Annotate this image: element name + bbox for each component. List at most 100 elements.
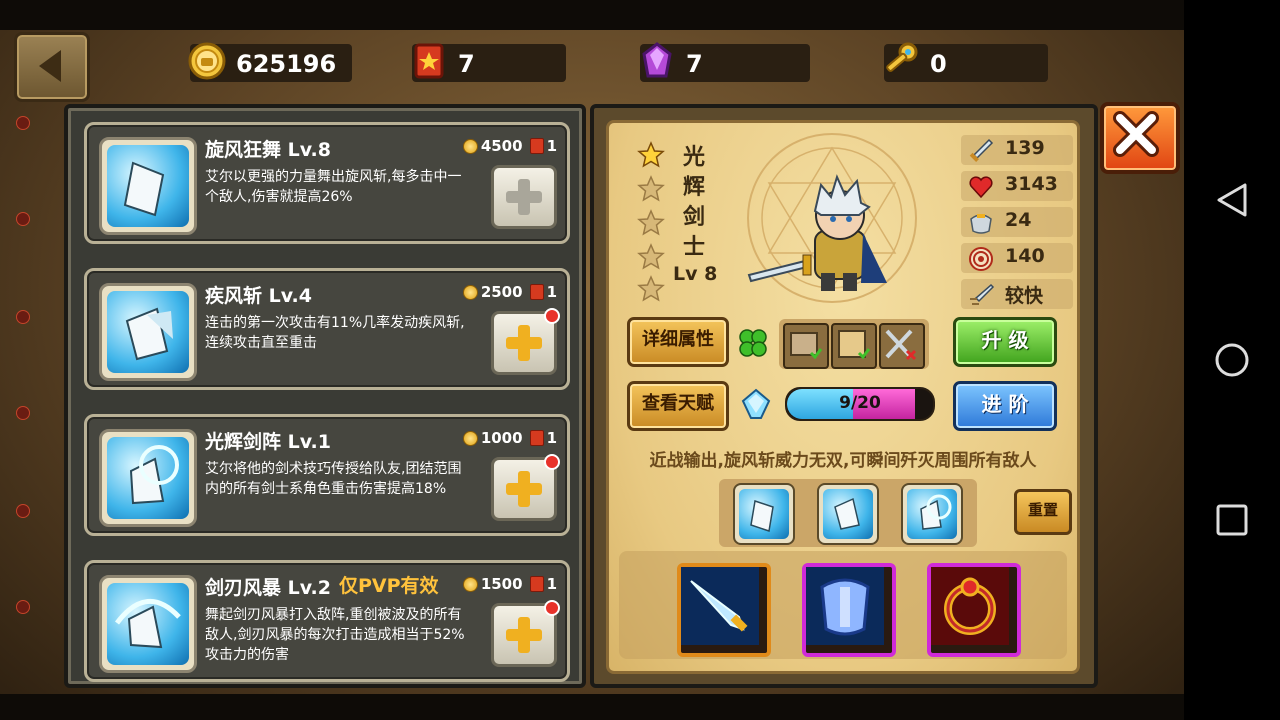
nav-recents-button[interactable] [1202,490,1262,550]
system-navigation-bar [1184,0,1280,720]
equipment-slots [779,319,929,369]
whirlwind-skill-icon [750,500,774,532]
triangle-back-icon [1217,183,1247,217]
upgrade-skill-button[interactable] [491,454,560,521]
alert-dot [544,308,560,324]
target-icon [969,247,993,271]
circle-home-icon [1215,343,1249,377]
nav-back-button[interactable] [1202,170,1262,230]
skill-name: 旋风狂舞 Lv.8 [205,139,331,161]
attack-value: 139 [1005,137,1045,159]
cost-gold-value: 1500 [480,575,523,593]
star-empty-icon [637,175,665,202]
menu-alert-dot [16,116,30,130]
skill-cost: 1000 1 [462,429,557,447]
progress-text: 9/20 [839,393,881,413]
cost-gold-value: 4500 [480,137,523,155]
cost-gold-value: 2500 [480,283,523,301]
menu-alert-dot [16,600,30,614]
cost-book-value: 1 [546,283,557,301]
skill-list-panel[interactable]: 旋风狂舞 Lv.8 4500 1 艾尔以更强的力量舞出旋风斩,每多击中一个敌人,… [64,104,586,688]
upgrade-button[interactable]: 升 级 [953,317,1057,367]
ring-icon [931,567,1009,645]
equipped-skill-slot[interactable] [733,483,795,545]
close-icon [1113,111,1159,157]
gold-coin-icon [462,138,478,154]
menu-alert-dot [16,212,30,226]
skill-card: 疾风斩 Lv.4 2500 1 连击的第一次攻击有11%几率发动疾风斩,连续攻击… [84,268,570,390]
gear-slot-ring[interactable] [927,563,1021,657]
red-book-icon [529,138,544,154]
armor-icon [970,214,992,234]
skill-description: 连击的第一次攻击有11%几率发动疾风斩,连续攻击直至重击 [205,315,465,351]
alert-dot [544,600,560,616]
key-counter: 0 [884,42,1048,82]
game-screen: 625196 7 7 0 旋风狂舞 Lv.8 4500 1 艾尔以更强的力量舞出… [0,0,1184,720]
menu-alert-dot [16,504,30,518]
equip-slot-weapon[interactable] [879,323,925,369]
equipped-skill-slot[interactable] [817,483,879,545]
back-button[interactable] [14,32,90,102]
upgrade-skill-button[interactable] [491,165,557,229]
reset-skills-button[interactable]: 重置 [1014,489,1072,535]
gold-key-icon [886,42,918,72]
star-empty-icon [637,243,665,270]
cost-gold-value: 1000 [480,429,523,447]
skill-card: 剑刃风暴 Lv.2 仅PVP有效 1500 1 舞起剑刃风暴打入敌阵,重创被波及… [84,560,570,682]
hero-tagline: 近战输出,旋风斩威力无双,可瞬间歼灭周围所有敌人 [649,451,1037,471]
sword-icon [969,138,994,162]
book-icon [790,332,823,360]
radiant-blade-skill-icon [920,494,952,530]
star-filled-icon [637,141,665,168]
nav-home-button[interactable] [1202,330,1262,390]
menu-alert-dot [16,310,30,324]
skill-name: 疾风斩 Lv.4 [205,285,312,307]
gold-value: 625196 [236,50,337,78]
skill-icon-whirlwind [99,137,197,235]
skill-description: 艾尔以更强的力量舞出旋风斩,每多击中一个敌人,伤害就提高26% [205,169,462,205]
gear-slot-armor[interactable] [802,563,896,657]
gold-coin-icon [188,42,226,80]
cost-book-value: 1 [546,575,557,593]
star-empty-icon [637,275,665,302]
hero-name-char: 辉 [683,175,706,200]
skill-icon-blade-storm [99,575,197,673]
equip-slot-map[interactable] [831,323,877,369]
blade-icon [681,567,759,645]
red-book-icon [529,576,544,592]
view-talent-button[interactable]: 查看天赋 [627,381,729,431]
heart-icon [969,176,993,199]
details-button[interactable]: 详细属性 [627,317,729,367]
skill-description: 艾尔将他的剑术技巧传授给队友,团结范围内的所有剑士系角色重击伤害提高18% [205,461,462,497]
red-book-icon [529,284,544,300]
hero-name-char: 光 [683,145,706,170]
hero-level: Lv 8 [673,263,718,285]
hero-detail-panel: 光 辉 剑 士 Lv 8 139 3143 24 140 较快 详细属性 升 级… [590,104,1098,688]
red-book-icon [414,43,444,79]
crossed-swords-icon [885,329,917,361]
gear-slot-weapon[interactable] [677,563,771,657]
gold-coin-icon [462,576,478,592]
skill-name: 剑刃风暴 Lv.2 [205,577,331,599]
skill-book-counter: 7 [412,43,566,82]
upgrade-skill-button[interactable] [491,308,560,375]
upgrade-skill-button[interactable] [491,600,560,667]
red-book-value: 7 [458,50,475,78]
close-button[interactable] [1100,102,1180,174]
plus-icon-stroke [518,617,530,653]
speed-icon [970,283,995,305]
skill-cost: 1500 1 [462,575,557,593]
red-book-icon [529,430,544,446]
gold-coin-icon [462,430,478,446]
advance-button[interactable]: 进 阶 [953,381,1057,431]
gale-slash-skill-icon [834,497,860,530]
gem-value: 7 [686,50,703,78]
equipped-skill-slot[interactable] [901,483,963,545]
plus-icon-stroke [518,325,530,361]
menu-alert-dot [16,406,30,420]
plus-icon-stroke [518,179,530,215]
hero-detail-card: 光 辉 剑 士 Lv 8 139 3143 24 140 较快 详细属性 升 级… [606,120,1080,674]
equip-slot-book[interactable] [783,323,829,369]
skill-cost: 4500 1 [462,137,557,155]
crit-value: 140 [1005,245,1045,267]
